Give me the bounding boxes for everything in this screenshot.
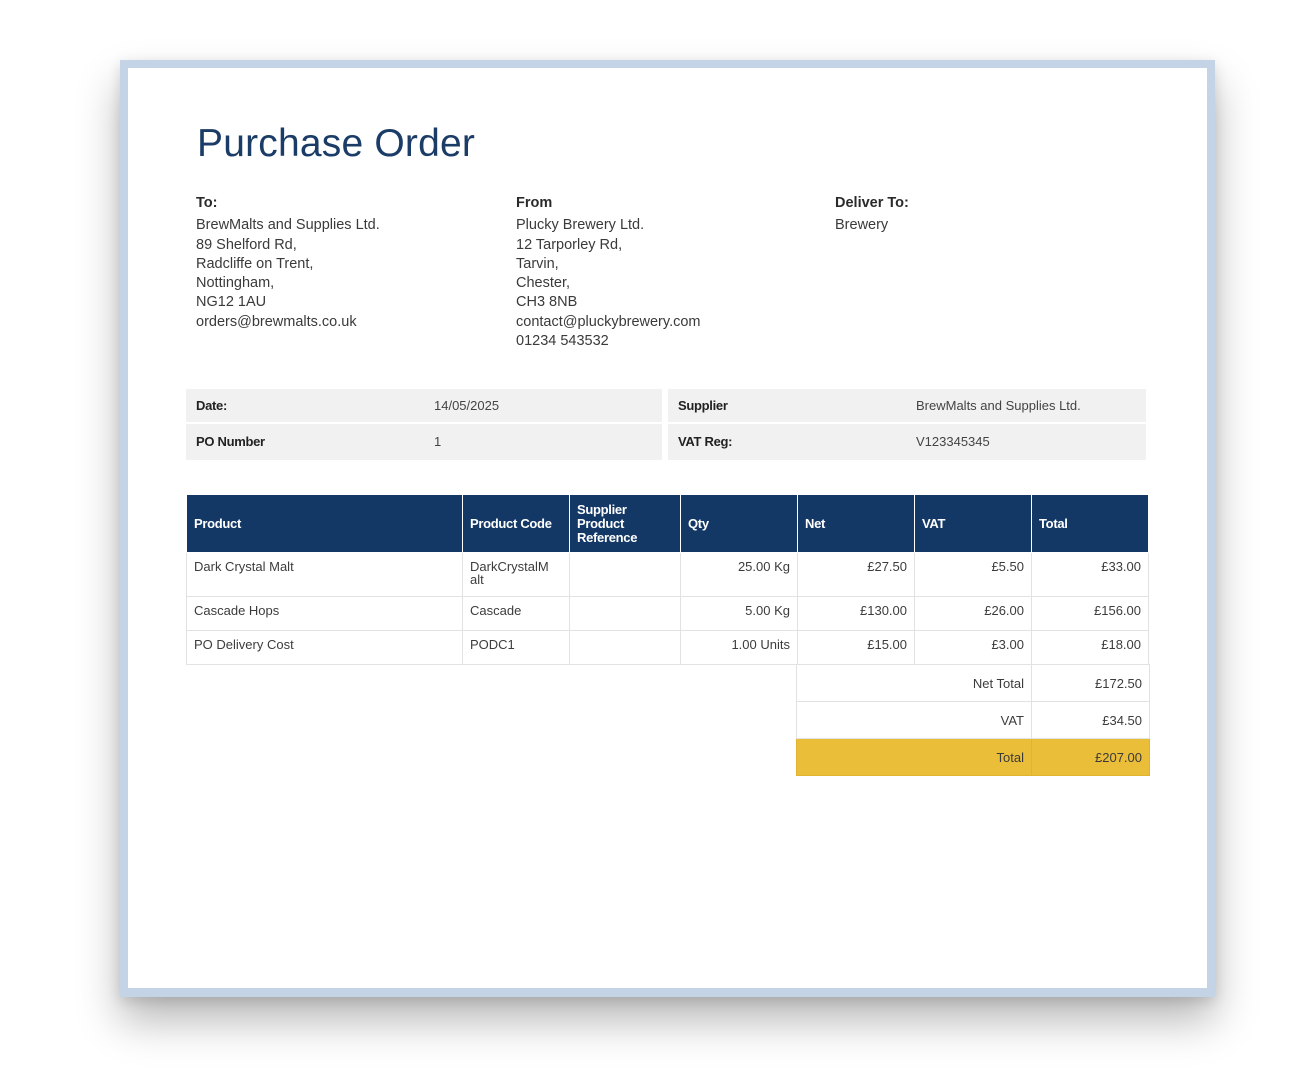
line-items-table: Product Product Code Supplier Product Re… (186, 494, 1149, 665)
header-line: Reference (577, 529, 638, 545)
total-cell: £33.00 (1031, 552, 1149, 597)
address-line: Nottingham, (196, 275, 275, 292)
column-header-supplier-reference: Supplier Product Reference (569, 494, 681, 553)
vat-cell: £5.50 (914, 552, 1032, 597)
po-number-row: PO Number 1 (186, 424, 662, 459)
net-cell: £27.50 (797, 552, 915, 597)
column-header-product-code: Product Code (462, 494, 570, 553)
date-row: Date: 14/05/2025 (186, 389, 662, 424)
product-cell: PO Delivery Cost (186, 630, 463, 665)
po-number-label: PO Number (196, 434, 265, 449)
address-email: contact@pluckybrewery.com (516, 313, 701, 330)
product-code-cell: DarkCrystalM alt (462, 552, 570, 597)
qty-cell: 25.00 Kg (680, 552, 798, 597)
address-line: 12 Tarporley Rd, (516, 236, 623, 253)
net-cell: £15.00 (797, 630, 915, 665)
address-email: orders@brewmalts.co.uk (196, 313, 357, 330)
address-line: Plucky Brewery Ltd. (516, 217, 645, 234)
net-total-label: Net Total (796, 664, 1032, 702)
supplier-label: Supplier (678, 398, 728, 413)
qty-cell: 5.00 Kg (680, 596, 798, 631)
address-line: 89 Shelford Rd, (196, 236, 297, 253)
vat-cell: £3.00 (914, 630, 1032, 665)
address-line: Brewery (835, 217, 889, 234)
product-cell: Dark Crystal Malt (186, 552, 463, 597)
vat-reg-value: V123345345 (916, 434, 990, 449)
address-line: Radcliffe on Trent, (196, 255, 314, 272)
total-cell: £18.00 (1031, 630, 1149, 665)
from-address-block: From Plucky Brewery Ltd. 12 Tarporley Rd… (516, 194, 701, 351)
column-header-product: Product (186, 494, 463, 553)
to-heading: To: (196, 195, 218, 211)
supplier-row: Supplier BrewMalts and Supplies Ltd. (668, 389, 1146, 424)
address-line: NG12 1AU (196, 294, 267, 311)
address-line: CH3 8NB (516, 294, 578, 311)
vat-reg-row: VAT Reg: V123345345 (668, 424, 1146, 459)
from-heading: From (516, 195, 553, 211)
date-label: Date: (196, 398, 228, 413)
vat-total-label: VAT (796, 701, 1032, 739)
net-total-value: £172.50 (1031, 664, 1150, 702)
supplier-ref-cell (569, 552, 681, 597)
product-code-cell: Cascade (462, 596, 570, 631)
supplier-ref-cell (569, 630, 681, 665)
product-code-cell: PODC1 (462, 630, 570, 665)
supplier-info-panel: Supplier BrewMalts and Supplies Ltd. VAT… (668, 389, 1146, 460)
address-line: Tarvin, (516, 255, 559, 272)
code-line: alt (470, 572, 484, 587)
deliver-to-block: Deliver To: Brewery (835, 194, 909, 236)
address-line: Chester, (516, 275, 570, 292)
grand-total-value: £207.00 (1031, 738, 1150, 776)
grand-total-label: Total (796, 738, 1032, 776)
date-value: 14/05/2025 (434, 398, 500, 413)
totals-table: Net Total £172.50 VAT £34.50 Total £207.… (796, 664, 1150, 776)
vat-cell: £26.00 (914, 596, 1032, 631)
address-phone: 01234 543532 (516, 333, 609, 350)
supplier-value: BrewMalts and Supplies Ltd. (916, 398, 1081, 413)
address-line: BrewMalts and Supplies Ltd. (196, 217, 380, 234)
total-cell: £156.00 (1031, 596, 1149, 631)
product-cell: Cascade Hops (186, 596, 463, 631)
vat-total-value: £34.50 (1031, 701, 1150, 739)
column-header-vat: VAT (914, 494, 1032, 553)
column-header-net: Net (797, 494, 915, 553)
header-line: Product (577, 515, 625, 531)
net-total-row: Net Total £172.50 (796, 664, 1150, 702)
header-line: Supplier (577, 501, 627, 517)
supplier-ref-cell (569, 596, 681, 631)
vat-reg-label: VAT Reg: (678, 434, 733, 449)
page-title: Purchase Order (197, 122, 476, 165)
column-header-qty: Qty (680, 494, 798, 553)
order-info-panel: Date: 14/05/2025 PO Number 1 (186, 389, 662, 460)
deliver-heading: Deliver To: (835, 195, 909, 211)
table-row: Dark Crystal Malt DarkCrystalM alt 25.00… (186, 552, 1149, 597)
table-row: PO Delivery Cost PODC1 1.00 Units £15.00… (186, 630, 1149, 665)
to-address-block: To: BrewMalts and Supplies Ltd. 89 Shelf… (196, 194, 380, 332)
table-row: Cascade Hops Cascade 5.00 Kg £130.00 £26… (186, 596, 1149, 631)
vat-total-row: VAT £34.50 (796, 701, 1150, 739)
po-number-value: 1 (434, 434, 442, 449)
table-header-row: Product Product Code Supplier Product Re… (186, 494, 1149, 553)
net-cell: £130.00 (797, 596, 915, 631)
column-header-total: Total (1031, 494, 1149, 553)
grand-total-row: Total £207.00 (796, 738, 1150, 776)
qty-cell: 1.00 Units (680, 630, 798, 665)
